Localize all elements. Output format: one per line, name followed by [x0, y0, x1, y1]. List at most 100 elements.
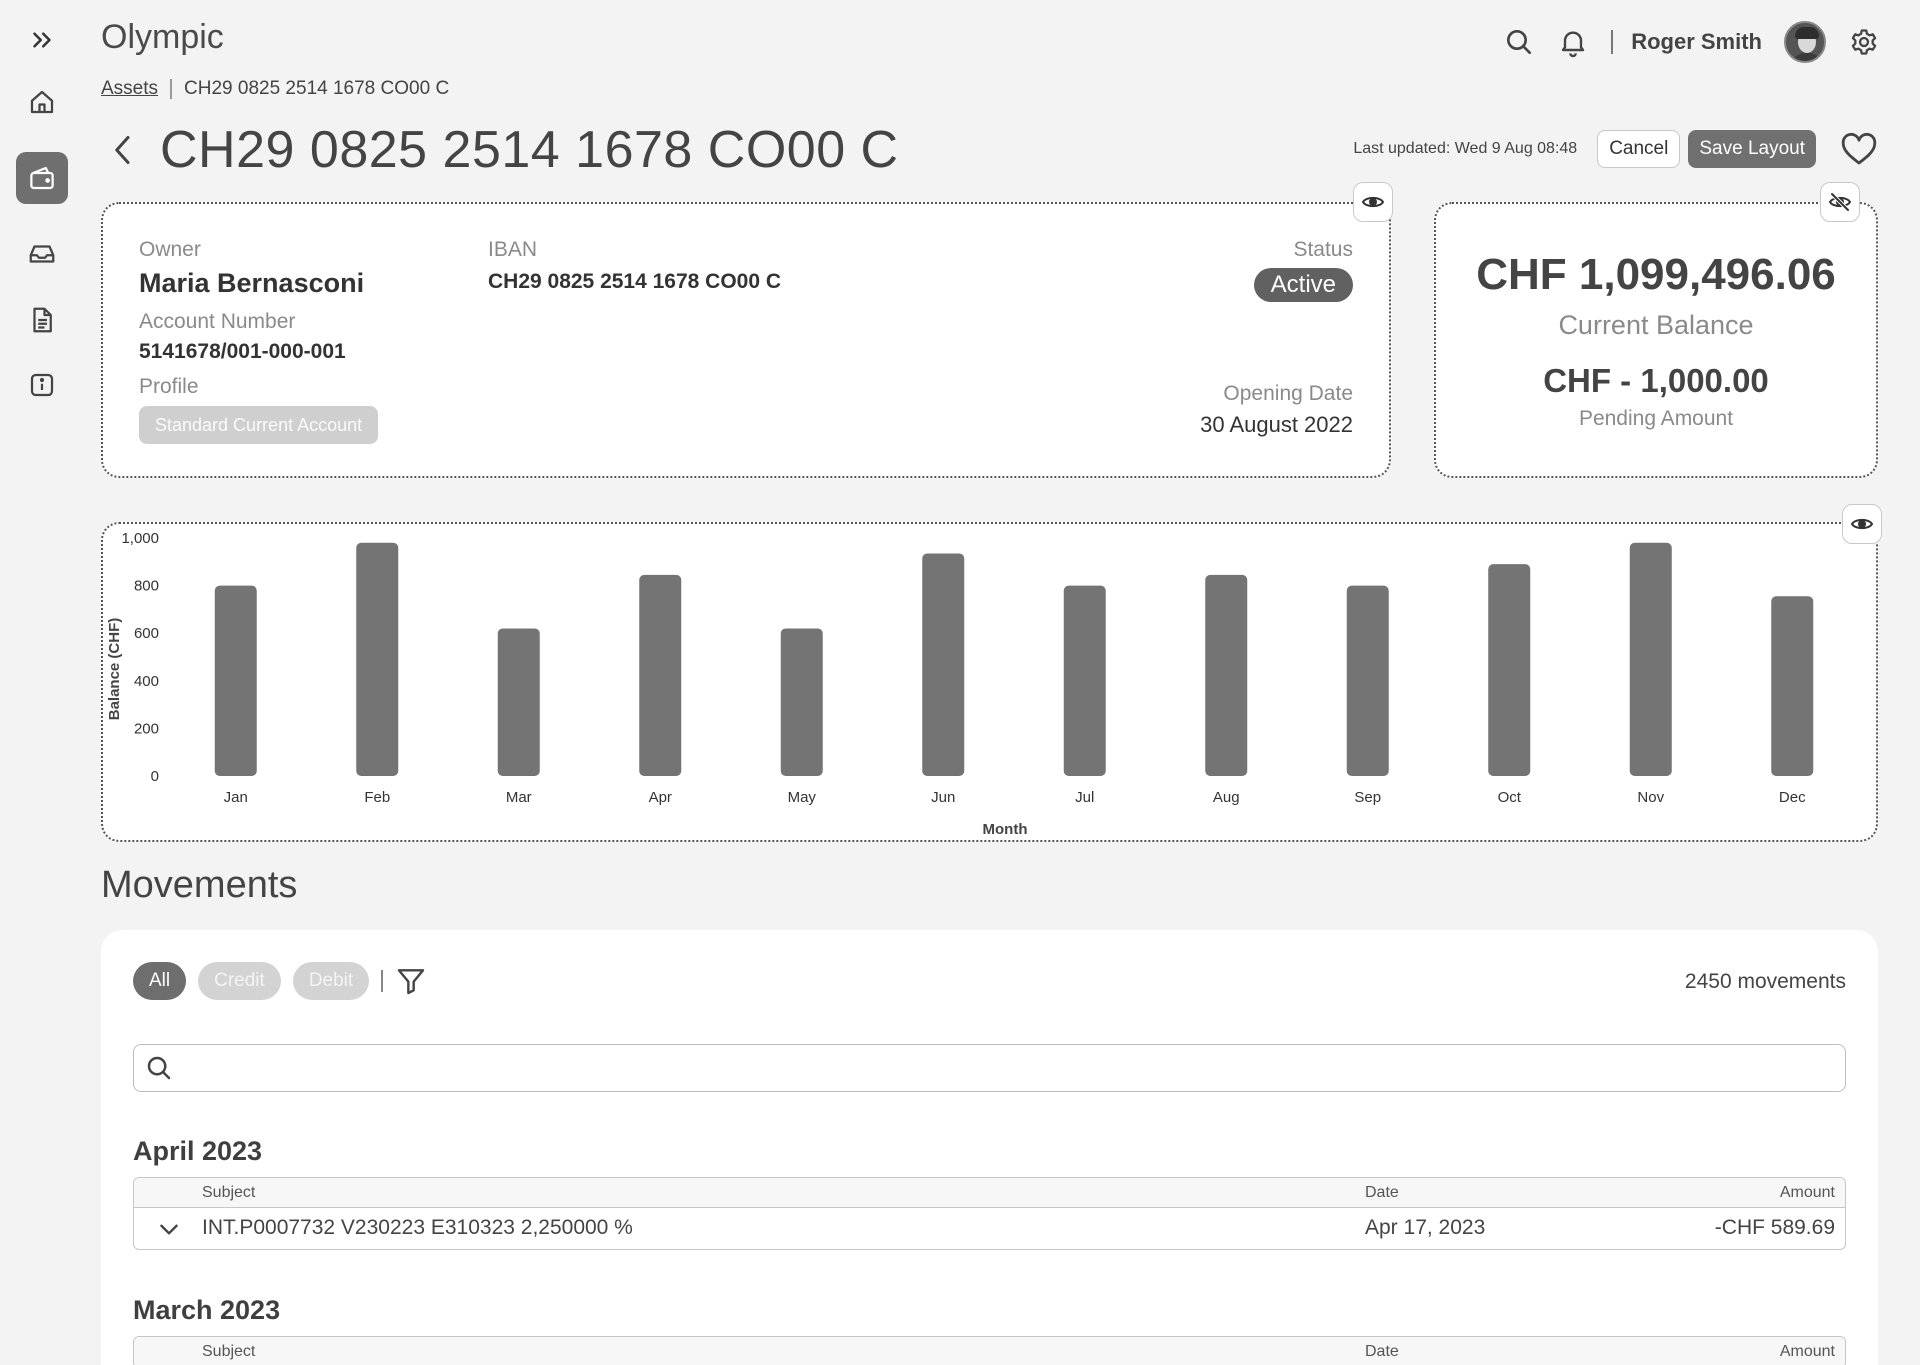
- owner-label: Owner: [139, 238, 201, 261]
- month-group-title: March 2023: [133, 1295, 281, 1325]
- movements-card: All Credit Debit 2450 movements April 20…: [101, 930, 1878, 1365]
- double-chevron-right-icon: [33, 32, 51, 48]
- back-button[interactable]: [108, 128, 144, 172]
- pending-amount-label: Pending Amount: [1578, 407, 1734, 430]
- chart-bar-jul[interactable]: [1063, 585, 1106, 776]
- movement-filters: All Credit Debit: [133, 962, 427, 1000]
- chevron-down-icon[interactable]: [156, 1216, 182, 1242]
- chart-bar-sep[interactable]: [1346, 585, 1389, 776]
- amount-column-header[interactable]: Amount: [1780, 1343, 1835, 1361]
- y-tick-label: 0: [151, 768, 159, 785]
- filter-funnel-icon[interactable]: [395, 965, 427, 997]
- movement-date: Apr 17, 2023: [1365, 1216, 1486, 1239]
- account-number-value: 5141678/001-000-001: [139, 340, 346, 363]
- filter-credit-chip[interactable]: Credit: [198, 962, 281, 1000]
- subject-column-header[interactable]: Subject: [202, 1184, 255, 1202]
- sidebar-item-home[interactable]: [16, 76, 68, 128]
- account-details-card: Owner Maria Bernasconi Account Number 51…: [101, 182, 1393, 478]
- x-tick-label: Nov: [1637, 789, 1664, 806]
- x-tick-label: Mar: [506, 789, 532, 806]
- filter-all-chip[interactable]: All: [133, 962, 187, 1000]
- x-tick-label: Aug: [1213, 789, 1240, 806]
- profile-chip: Standard Current Account: [139, 406, 379, 444]
- user-name[interactable]: Roger Smith: [1631, 29, 1762, 55]
- toggle-visibility-button[interactable]: [1820, 182, 1860, 222]
- chart-bar-apr[interactable]: [639, 574, 682, 776]
- y-tick-label: 400: [134, 673, 159, 690]
- breadcrumb-current: CH29 0825 2514 1678 CO00 C: [184, 78, 450, 99]
- chart-bar-jan[interactable]: [214, 585, 257, 776]
- amount-column-header[interactable]: Amount: [1780, 1184, 1835, 1202]
- expand-sidebar-button[interactable]: [16, 14, 68, 66]
- sidebar-item-documents[interactable]: [16, 294, 68, 346]
- chart-bar-nov[interactable]: [1629, 542, 1672, 776]
- chart-bar-aug[interactable]: [1205, 574, 1248, 776]
- y-tick-label: 800: [134, 578, 159, 595]
- save-layout-button[interactable]: Save Layout: [1688, 130, 1816, 168]
- x-tick-label: May: [788, 789, 817, 806]
- toggle-visibility-button[interactable]: [1353, 182, 1393, 222]
- table-row[interactable]: INT.P0007732 V230223 E310323 2,250000 % …: [134, 1208, 1845, 1249]
- avatar-hair: [1795, 27, 1819, 39]
- sidebar-item-assets[interactable]: [16, 152, 68, 204]
- status-badge: Active: [1253, 268, 1353, 302]
- document-icon: [33, 307, 52, 333]
- date-column-header[interactable]: Date: [1365, 1184, 1399, 1202]
- owner-value: Maria Bernasconi: [139, 268, 365, 298]
- sidebar: [0, 0, 84, 1365]
- current-balance-value: CHF 1,099,496.06: [1476, 250, 1836, 299]
- breadcrumb: Assets CH29 0825 2514 1678 CO00 C: [101, 78, 449, 100]
- search-button[interactable]: [1501, 24, 1537, 60]
- movements-search: [133, 1044, 1846, 1092]
- table-header: Subject Date Amount: [134, 1337, 1845, 1365]
- settings-button[interactable]: [1846, 24, 1882, 60]
- avatar[interactable]: [1784, 21, 1826, 63]
- filter-debit-chip[interactable]: Debit: [292, 962, 370, 1000]
- movements-search-input[interactable]: [184, 1048, 1845, 1088]
- notifications-button[interactable]: [1555, 24, 1591, 60]
- date-column-header[interactable]: Date: [1365, 1343, 1399, 1361]
- movements-count: 2450 movements: [1684, 970, 1846, 993]
- month-group-title: April 2023: [133, 1136, 263, 1166]
- chart-bar-dec[interactable]: [1771, 596, 1814, 776]
- search-icon: [147, 1056, 171, 1080]
- x-tick-label: Apr: [649, 789, 672, 806]
- movement-amount: -CHF 589.69: [1714, 1216, 1835, 1239]
- chart-bar-oct[interactable]: [1488, 564, 1531, 776]
- eye-off-icon: [1828, 192, 1852, 212]
- sidebar-item-info[interactable]: [16, 359, 68, 411]
- x-tick-label: Sep: [1354, 789, 1381, 806]
- gear-icon: [1851, 29, 1877, 55]
- home-icon: [30, 90, 54, 114]
- inbox-icon: [29, 245, 55, 263]
- sidebar-item-inbox[interactable]: [16, 228, 68, 280]
- eye-icon: [1361, 196, 1385, 208]
- info-icon: [30, 373, 54, 397]
- avatar-body: [1791, 53, 1823, 61]
- subject-column-header[interactable]: Subject: [202, 1343, 255, 1361]
- favorite-heart-icon[interactable]: [1838, 128, 1880, 170]
- header-divider: [1611, 30, 1614, 54]
- opening-date-value: 30 August 2022: [1200, 412, 1353, 437]
- x-tick-label: Oct: [1498, 789, 1522, 806]
- x-tick-label: Dec: [1779, 789, 1806, 806]
- cancel-button[interactable]: Cancel: [1597, 130, 1681, 168]
- last-updated-text: Last updated: Wed 9 Aug 08:48: [1353, 140, 1578, 157]
- x-tick-label: Feb: [364, 789, 390, 806]
- breadcrumb-assets-link[interactable]: Assets: [101, 78, 158, 100]
- wallet-icon: [30, 166, 54, 190]
- status-label: Status: [1293, 238, 1353, 261]
- filter-separator: [381, 970, 384, 992]
- balance-card: CHF 1,099,496.06 Current Balance CHF - 1…: [1434, 182, 1878, 478]
- chart-bar-jun[interactable]: [922, 553, 965, 776]
- y-tick-label: 600: [134, 625, 159, 642]
- movements-table: Subject Date Amount INT.P0007732 V230223…: [133, 1177, 1846, 1250]
- account-number-label: Account Number: [139, 310, 296, 333]
- opening-date-label: Opening Date: [1223, 382, 1353, 405]
- iban-value: CH29 0825 2514 1678 CO00 C: [488, 270, 782, 293]
- title-actions: Last updated: Wed 9 Aug 08:48 Cancel Sav…: [1353, 128, 1880, 170]
- balance-chart-card: Balance (CHF) Month 0 200 400 600 800 1,000 Ja…: [101, 504, 1882, 842]
- chart-bar-feb[interactable]: [356, 542, 399, 776]
- chart-bar-may[interactable]: [780, 628, 823, 776]
- chart-bar-mar[interactable]: [497, 628, 540, 776]
